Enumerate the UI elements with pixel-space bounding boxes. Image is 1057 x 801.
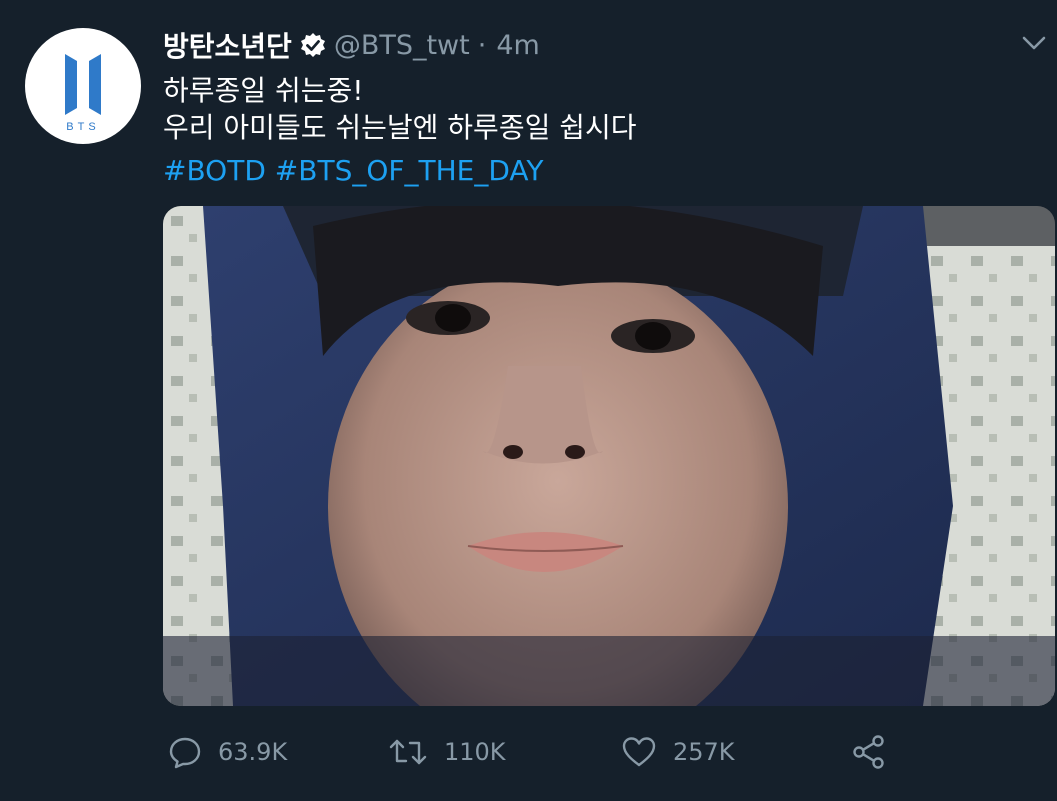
tweet-card: BTS 방탄소년단 @BTS_twt · 4m 하루종일 쉬는중! 우리 아미들… — [0, 0, 1057, 801]
like-count: 257K — [673, 738, 735, 766]
like-button[interactable]: 257K — [621, 724, 735, 780]
profile-avatar[interactable]: BTS — [25, 28, 141, 144]
avatar-logo-text: BTS — [66, 121, 99, 133]
reply-icon — [169, 737, 201, 769]
share-button[interactable] — [851, 724, 887, 780]
reply-button[interactable]: 63.9K — [168, 724, 287, 780]
tweet-text-line: 우리 아미들도 쉬는날엔 하루종일 쉽시다 — [163, 111, 637, 144]
tweet-timestamp[interactable]: 4m — [496, 30, 539, 61]
separator-dot: · — [477, 29, 487, 61]
share-icon — [853, 735, 884, 769]
retweet-button[interactable]: 110K — [388, 724, 506, 780]
chevron-down-icon[interactable] — [1020, 32, 1048, 54]
tweet-actions: 63.9K 110K 257K — [163, 724, 923, 780]
verified-badge-icon — [300, 32, 326, 58]
hashtag-line: #BOTD #BTS_OF_THE_DAY — [163, 152, 1023, 189]
user-handle[interactable]: @BTS_twt — [334, 30, 470, 61]
hashtag-link[interactable]: #BOTD — [163, 154, 266, 187]
tweet-text-line: 하루종일 쉬는중! — [163, 74, 364, 107]
tweet-photo[interactable] — [163, 206, 1055, 706]
reply-count: 63.9K — [218, 738, 288, 766]
tweet-header: 방탄소년단 @BTS_twt · 4m — [163, 24, 540, 66]
tweet-text: 하루종일 쉬는중! 우리 아미들도 쉬는날엔 하루종일 쉽시다 #BOTD #B… — [163, 72, 1023, 189]
bts-logo-icon: BTS — [65, 54, 101, 133]
display-name[interactable]: 방탄소년단 — [163, 25, 292, 65]
retweet-icon — [389, 739, 427, 765]
retweet-count: 110K — [444, 738, 506, 766]
heart-icon — [622, 737, 656, 767]
selfie-photo-illustration — [163, 206, 1055, 706]
hashtag-link[interactable]: #BTS_OF_THE_DAY — [275, 154, 544, 187]
